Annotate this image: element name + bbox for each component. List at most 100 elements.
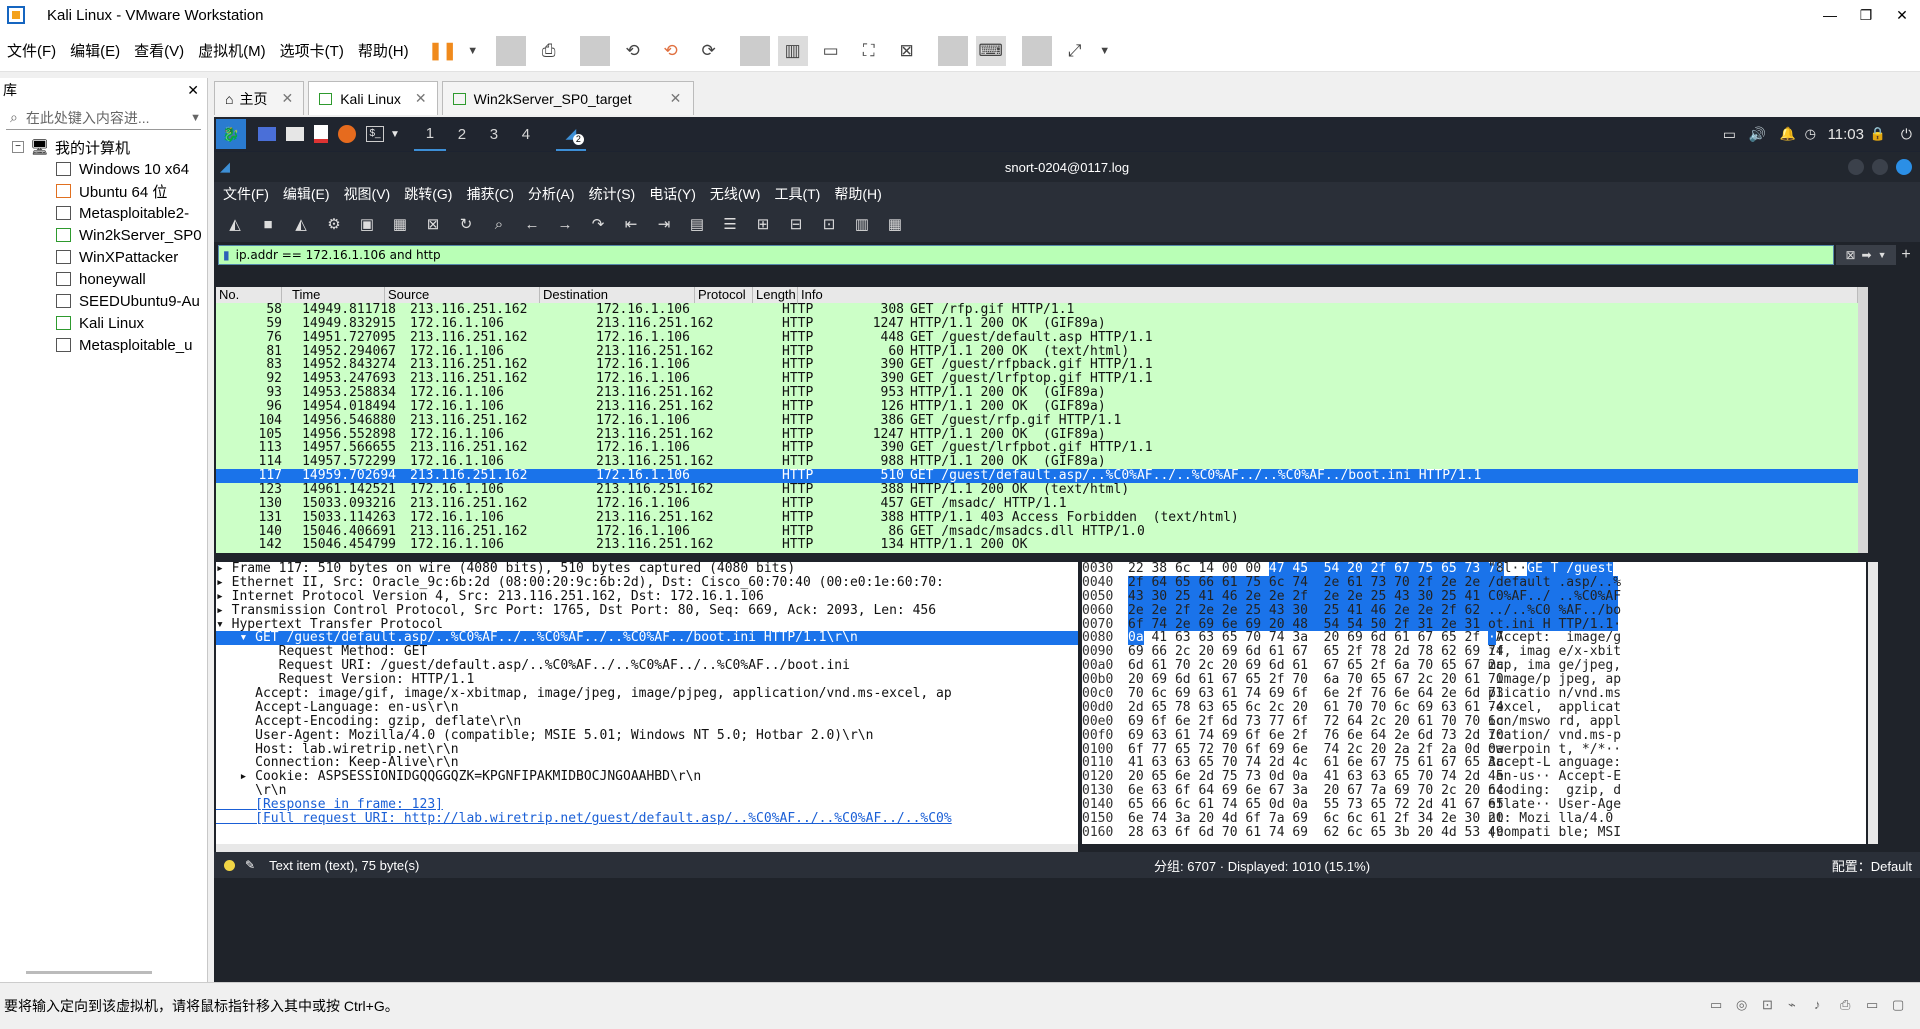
hex-row[interactable]: 0130 6e 63 6f 64 69 6e 67 3a 20 67 7a 69 … (1082, 784, 1866, 798)
detail-row[interactable]: [Response in frame: 123] (216, 798, 1078, 812)
column-protocol[interactable]: Protocol (695, 287, 753, 303)
show-desktop-icon[interactable] (258, 127, 276, 141)
column-source[interactable]: Source (385, 287, 540, 303)
screen-icon[interactable]: ▭ (1723, 126, 1736, 143)
close-button[interactable]: ✕ (1884, 0, 1920, 30)
tab-close-icon[interactable]: ✕ (281, 90, 293, 107)
network-icon[interactable]: ⊡ (1762, 997, 1780, 1013)
hex-row[interactable]: 0030 22 38 6c 14 00 00 47 45 54 20 2f 67 … (1082, 562, 1866, 576)
hex-row[interactable]: 0070 6f 74 2e 69 6e 69 20 48 54 54 50 2f … (1082, 617, 1866, 632)
packet-row[interactable]: 105 14956.552898 172.16.1.106 213.116.251.1… (216, 428, 1858, 442)
ws-menu-file[interactable]: 文件(F) (223, 184, 269, 204)
terminal-icon[interactable]: $_ (366, 126, 384, 142)
packet-row[interactable]: 113 14957.566655 213.116.251.162 172.16.1.1… (216, 441, 1858, 455)
ws-menu-help[interactable]: 帮助(H) (834, 184, 881, 204)
ws-menu-telephony[interactable]: 电话(Y) (649, 184, 696, 204)
text-editor-icon[interactable] (314, 125, 328, 143)
notification-icon[interactable]: 🔔 (1780, 126, 1796, 142)
workspace-1[interactable]: 1 (413, 117, 446, 151)
file-manager-icon[interactable] (286, 127, 304, 141)
apply-filter-button[interactable]: ⊠ ➡ ▼ (1836, 245, 1896, 265)
tree-root[interactable]: − 🖥 我的计算机 (12, 136, 207, 158)
fullscreen-icon[interactable]: ⛶ (854, 36, 884, 66)
close-file-icon[interactable]: ⊠ (422, 213, 444, 235)
display-icon[interactable]: ▭ (1866, 997, 1884, 1013)
packet-row[interactable]: 92 14953.247693 213.116.251.162 172.16.1.10… (216, 372, 1858, 386)
snapshot-icon[interactable]: ⟲ (618, 36, 648, 66)
detail-row[interactable]: ▸ Transmission Control Protocol, Src Por… (216, 604, 1078, 618)
menu-tabs[interactable]: 选项卡(T) (273, 40, 351, 61)
packet-row[interactable]: 104 14956.546880 213.116.251.162 172.16.1.1… (216, 414, 1858, 428)
wireshark-task-icon[interactable]: ◢ 2 (555, 117, 586, 151)
detail-row[interactable]: [Full request URI: http://lab.wiretrip.n… (216, 812, 1078, 826)
hex-row[interactable]: 0080 0a 41 63 63 65 70 74 3a 20 69 6d 61 … (1082, 630, 1866, 646)
library-close-icon[interactable]: ✕ (187, 82, 199, 99)
send-keys-icon[interactable]: ⎙ (534, 36, 564, 66)
vm-item-ubuntu[interactable]: Ubuntu 64 位 (12, 180, 207, 202)
tab-close-icon[interactable]: ✕ (670, 90, 682, 107)
snapshot-manager-icon[interactable]: ⟳ (694, 36, 724, 66)
colorize-icon[interactable]: ☰ (719, 213, 741, 235)
detail-row[interactable]: Connection: Keep-Alive\r\n (216, 756, 1078, 770)
column-length[interactable]: Length (753, 287, 798, 303)
hex-row[interactable]: 00f0 69 63 61 74 69 6f 6e 2f 76 6e 64 2e … (1082, 728, 1866, 743)
hex-row[interactable]: 0140 65 66 6c 61 74 65 0d 0a 55 73 65 72 … (1082, 798, 1866, 812)
menu-edit[interactable]: 编辑(E) (63, 40, 127, 61)
display-filter-input[interactable]: ▮ ip.addr == 172.16.1.106 and http (218, 245, 1834, 265)
packet-list-scrollbar[interactable] (1858, 287, 1868, 553)
hex-row[interactable]: 0090 69 66 2c 20 69 6d 61 67 65 2f 78 2d … (1082, 645, 1866, 659)
hex-row[interactable]: 0100 6f 77 65 72 70 6f 69 6e 74 2c 20 2a … (1082, 742, 1866, 757)
vm-item-win2kserver[interactable]: Win2kServer_SP0 (12, 224, 207, 246)
ws-menu-analyze[interactable]: 分析(A) (528, 184, 575, 204)
go-forward-icon[interactable]: → (554, 213, 576, 235)
packet-row[interactable]: 130 15033.093216 213.116.251.162 172.16.1.1… (216, 497, 1858, 511)
stretch-icon[interactable]: ⤢ (1060, 36, 1090, 66)
console-view-icon[interactable]: ⌨ (975, 35, 1006, 66)
hex-row[interactable]: 0050 43 30 25 41 46 2e 2e 2f 2e 2e 25 43 … (1082, 589, 1866, 604)
sound-icon[interactable]: ♪ (1814, 997, 1832, 1013)
maximize-button[interactable] (1872, 159, 1888, 175)
column-no[interactable]: No. (216, 287, 282, 303)
printer-icon[interactable]: ⎙ (1840, 997, 1858, 1013)
panel-clock[interactable]: 11:03 (1828, 126, 1864, 143)
normal-size-icon[interactable]: ⊡ (818, 213, 840, 235)
detail-row[interactable]: Host: lab.wiretrip.net\r\n (216, 743, 1078, 757)
autoscroll-icon[interactable]: ▤ (686, 213, 708, 235)
packet-row[interactable]: 83 14952.843274 213.116.251.162 172.16.1.10… (216, 358, 1858, 372)
expert-info-icon[interactable] (224, 859, 235, 871)
find-packet-icon[interactable]: ⌕ (488, 213, 510, 235)
add-filter-button[interactable]: + (1896, 246, 1916, 264)
menu-help[interactable]: 帮助(H) (351, 40, 416, 61)
bytes-scrollbar[interactable] (1868, 562, 1878, 844)
menu-view[interactable]: 查看(V) (127, 40, 191, 61)
ws-menu-capture[interactable]: 捕获(C) (466, 184, 513, 204)
revert-snapshot-icon[interactable]: ⟲ (656, 36, 686, 66)
hex-row[interactable]: 0150 6e 74 3a 20 4d 6f 7a 69 6c 6c 61 2f … (1082, 812, 1866, 826)
restart-capture-icon[interactable]: ◭ (290, 213, 312, 235)
status-profile[interactable]: 配置：Default (1832, 856, 1912, 875)
usb-icon[interactable]: ⌁ (1788, 997, 1806, 1013)
hex-row[interactable]: 00e0 69 6f 6e 2f 6d 73 77 6f 72 64 2c 20 … (1082, 714, 1866, 729)
menu-file[interactable]: 文件(F) (0, 40, 63, 61)
detail-row[interactable]: Accept-Encoding: gzip, deflate\r\n (216, 715, 1078, 729)
detail-row[interactable]: ▸ Ethernet II, Src: Oracle_9c:6b:2d (08:… (216, 576, 1078, 590)
hex-row[interactable]: 00c0 70 6c 69 63 61 74 69 6f 6e 2f 76 6e … (1082, 687, 1866, 701)
detail-row[interactable]: Request Method: GET (216, 645, 1078, 659)
library-search-input[interactable]: ⌕ 在此处键入内容进... ▼ (6, 106, 201, 130)
ws-menu-edit[interactable]: 编辑(E) (283, 184, 330, 204)
packet-row[interactable]: 93 14953.258834 172.16.1.106 213.116.251.16… (216, 386, 1858, 400)
vm-item-honeywall[interactable]: honeywall (12, 268, 207, 290)
kali-menu-icon[interactable]: 🐉 (216, 119, 246, 149)
vm-item-seedubuntu[interactable]: SEEDUbuntu9-Au (12, 290, 207, 312)
cdrom-icon[interactable]: ◎ (1736, 997, 1754, 1013)
vm-item-kali[interactable]: Kali Linux (12, 312, 207, 334)
collapse-icon[interactable]: − (12, 141, 24, 153)
vm-item-metasploitable-u[interactable]: Metasploitable_u (12, 334, 207, 356)
arrow-right-icon[interactable]: ➡ (1862, 248, 1872, 262)
start-capture-icon[interactable]: ◭ (224, 213, 246, 235)
packet-row[interactable]: 117 14959.702694 213.116.251.162 172.16.1.1… (216, 469, 1858, 483)
last-packet-icon[interactable]: ⇥ (653, 213, 675, 235)
detail-row[interactable]: ▸ Cookie: ASPSESSIONIDGQQGGQZK=KPGNFIPAK… (216, 770, 1078, 784)
column-info[interactable]: Info (798, 287, 1858, 303)
unity-icon[interactable]: ⊠ (892, 36, 922, 66)
